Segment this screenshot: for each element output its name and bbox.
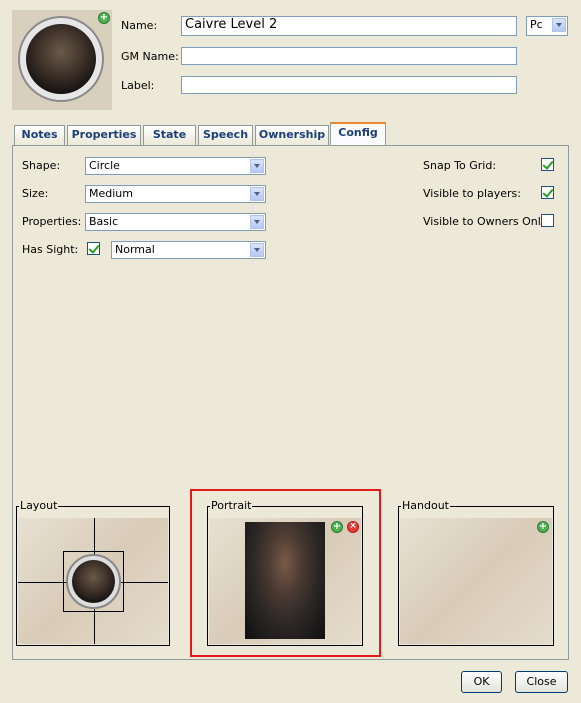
gm-name-label: GM Name: bbox=[121, 50, 179, 63]
layout-token-circle bbox=[66, 554, 121, 609]
portrait-image bbox=[245, 522, 325, 639]
portrait-canvas[interactable] bbox=[209, 518, 361, 644]
name-label: Name: bbox=[121, 19, 158, 32]
tab-state[interactable]: State bbox=[143, 125, 196, 145]
token-type-select[interactable]: Pc bbox=[526, 16, 568, 36]
shape-value: Circle bbox=[89, 159, 120, 172]
shape-select[interactable]: Circle bbox=[85, 157, 266, 175]
size-value: Medium bbox=[89, 187, 133, 200]
chevron-down-icon bbox=[250, 187, 264, 201]
handout-canvas[interactable] bbox=[400, 518, 552, 644]
has-sight-checkbox[interactable] bbox=[87, 242, 100, 255]
visible-to-players-label: Visible to players: bbox=[423, 187, 521, 200]
remove-portrait-icon[interactable]: × bbox=[347, 521, 359, 533]
add-handout-icon[interactable]: + bbox=[537, 521, 549, 533]
properties-select[interactable]: Basic bbox=[85, 213, 266, 231]
handout-group: Handout + bbox=[398, 499, 554, 646]
label-input[interactable] bbox=[181, 76, 517, 94]
tab-properties[interactable]: Properties bbox=[67, 125, 141, 145]
layout-token-face bbox=[72, 560, 115, 603]
chevron-down-icon bbox=[250, 243, 264, 257]
token-type-value: Pc bbox=[530, 18, 543, 31]
gm-name-input[interactable] bbox=[181, 47, 517, 65]
label-label: Label: bbox=[121, 79, 155, 92]
portrait-group: Portrait + × bbox=[207, 499, 363, 646]
tab-notes[interactable]: Notes bbox=[14, 125, 65, 145]
name-input[interactable]: Caivre Level 2 bbox=[181, 16, 517, 36]
visible-to-players-checkbox[interactable] bbox=[541, 186, 554, 199]
chevron-down-icon bbox=[250, 215, 264, 229]
size-label: Size: bbox=[22, 187, 49, 200]
add-token-image-icon[interactable]: + bbox=[98, 12, 110, 24]
token-circle bbox=[18, 16, 104, 102]
sight-type-value: Normal bbox=[115, 243, 155, 256]
ok-button[interactable]: OK bbox=[461, 671, 502, 693]
snap-to-grid-label: Snap To Grid: bbox=[423, 159, 497, 172]
size-select[interactable]: Medium bbox=[85, 185, 266, 203]
properties-label: Properties: bbox=[22, 215, 82, 228]
tab-ownership[interactable]: Ownership bbox=[255, 125, 329, 145]
layout-canvas[interactable] bbox=[18, 518, 168, 644]
portrait-label: Portrait bbox=[210, 499, 253, 512]
handout-label: Handout bbox=[401, 499, 450, 512]
has-sight-label: Has Sight: bbox=[22, 243, 79, 256]
layout-frame[interactable] bbox=[63, 551, 124, 612]
add-portrait-icon[interactable]: + bbox=[331, 521, 343, 533]
token-image[interactable] bbox=[12, 10, 112, 110]
tab-speech[interactable]: Speech bbox=[198, 125, 253, 145]
tab-config[interactable]: Config bbox=[330, 122, 386, 145]
close-button[interactable]: Close bbox=[515, 671, 568, 693]
layout-group: Layout bbox=[16, 499, 170, 646]
layout-label: Layout bbox=[19, 499, 59, 512]
visible-to-owners-checkbox[interactable] bbox=[541, 214, 554, 227]
sight-type-select[interactable]: Normal bbox=[111, 241, 266, 259]
token-face bbox=[26, 24, 96, 94]
snap-to-grid-checkbox[interactable] bbox=[541, 158, 554, 171]
shape-label: Shape: bbox=[22, 159, 61, 172]
properties-value: Basic bbox=[89, 215, 119, 228]
chevron-down-icon bbox=[552, 18, 566, 32]
chevron-down-icon bbox=[250, 159, 264, 173]
visible-to-owners-label: Visible to Owners Only bbox=[423, 215, 548, 228]
